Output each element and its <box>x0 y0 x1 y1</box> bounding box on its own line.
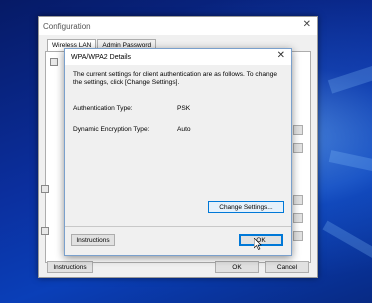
configuration-title: Configuration <box>43 21 91 31</box>
encryption-type-label: Dynamic Encryption Type: <box>73 126 150 133</box>
config-cancel-button[interactable]: Cancel <box>265 261 309 273</box>
side-button[interactable] <box>293 231 303 241</box>
checkbox[interactable] <box>41 227 49 235</box>
encryption-type-value: Auto <box>177 126 191 133</box>
dialog-description: The current settings for client authenti… <box>73 71 278 86</box>
mouse-cursor-icon <box>254 238 262 250</box>
wallpaper-ray <box>327 61 372 94</box>
configuration-titlebar: Configuration <box>39 17 317 35</box>
dialog-close-icon[interactable]: ✕ <box>277 51 285 61</box>
dialog-titlebar: WPA/WPA2 Details <box>65 49 291 65</box>
wpa-details-dialog: WPA/WPA2 Details ✕ The current settings … <box>64 48 292 256</box>
side-button[interactable] <box>293 125 303 135</box>
config-instructions-button[interactable]: Instructions <box>47 261 93 273</box>
config-ok-button[interactable]: OK <box>215 261 259 273</box>
dialog-title: WPA/WPA2 Details <box>71 53 132 61</box>
authentication-type-label: Authentication Type: <box>73 105 133 112</box>
side-button[interactable] <box>293 143 303 153</box>
wallpaper-ray <box>322 220 372 260</box>
dialog-separator <box>65 226 291 227</box>
checkbox[interactable] <box>50 58 58 66</box>
checkbox[interactable] <box>41 185 49 193</box>
side-button[interactable] <box>293 213 303 223</box>
authentication-type-value: PSK <box>177 105 191 112</box>
side-button[interactable] <box>293 195 303 205</box>
change-settings-button[interactable]: Change Settings... <box>208 201 284 213</box>
dialog-instructions-button[interactable]: Instructions <box>71 234 115 246</box>
wallpaper-ray <box>328 150 372 175</box>
configuration-close-icon[interactable]: ✕ <box>303 20 311 30</box>
